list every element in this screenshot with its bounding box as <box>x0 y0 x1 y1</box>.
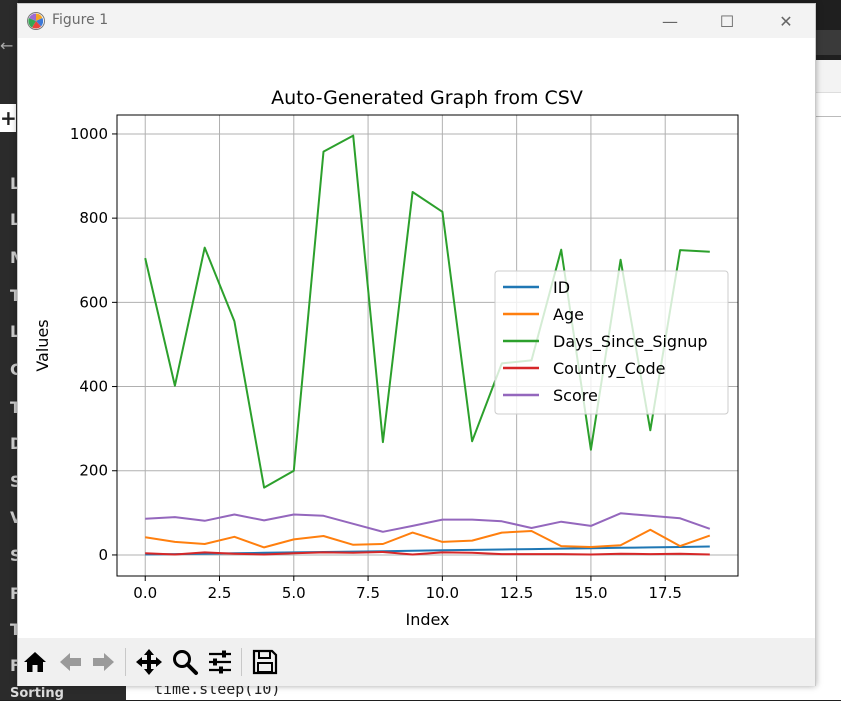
toolbar-separator <box>125 648 126 676</box>
background-toolbar <box>815 30 841 55</box>
background-editor-panel <box>815 60 841 700</box>
pan-icon <box>136 649 162 675</box>
x-tick-label: 17.5 <box>649 584 682 602</box>
background-sidebar: ← + L L M T L C T D S V S F T F <box>0 0 26 700</box>
chart-title: Auto-Generated Graph from CSV <box>271 87 583 109</box>
zoom-icon <box>173 650 198 675</box>
x-tick-label: 7.5 <box>356 584 380 602</box>
background-panel-header <box>815 60 841 93</box>
y-tick-label: 200 <box>79 462 108 480</box>
home-button[interactable] <box>19 646 51 678</box>
back-button[interactable] <box>55 646 87 678</box>
forward-button[interactable] <box>87 646 119 678</box>
close-button[interactable]: ✕ <box>763 4 809 38</box>
legend: ID Age Days_Since_Signup Country_Code Score <box>494 270 729 415</box>
figure-canvas[interactable]: Auto-Generated Graph from CSV 0.0 2.5 5.0 7… <box>18 38 815 638</box>
close-icon: ✕ <box>779 11 793 31</box>
x-tick-label: 12.5 <box>500 584 533 602</box>
legend-label: Country_Code <box>553 359 666 379</box>
configure-subplots-icon <box>209 650 231 674</box>
legend-label: ID <box>553 278 570 297</box>
legend-label: Age <box>553 305 584 324</box>
pan-button[interactable] <box>133 646 165 678</box>
y-tick-label: 1000 <box>70 125 108 143</box>
save-button[interactable] <box>249 646 281 678</box>
background-divider <box>815 116 841 117</box>
x-tick-label: 2.5 <box>208 584 232 602</box>
minimize-icon: — <box>662 11 678 31</box>
minimize-button[interactable]: — <box>647 4 693 38</box>
matplotlib-app-icon <box>27 12 45 30</box>
add-icon: + <box>0 104 17 132</box>
navigation-toolbar <box>18 638 815 686</box>
background-sidebar-label: Sorting <box>0 686 126 701</box>
home-icon <box>24 652 46 672</box>
y-axis-label: Values <box>33 319 52 371</box>
x-tick-label: 15.0 <box>574 584 607 602</box>
y-tick-label: 400 <box>79 378 108 396</box>
y-tick-label: 0 <box>98 546 108 564</box>
title-bar[interactable]: Figure 1 — ☐ ✕ <box>18 4 815 38</box>
figure-window: Figure 1 — ☐ ✕ Auto-Generated Graph from… <box>17 3 816 686</box>
back-icon <box>60 653 81 671</box>
maximize-icon: ☐ <box>719 11 735 31</box>
configure-subplots-button[interactable] <box>204 646 236 678</box>
x-tick-label: 10.0 <box>426 584 459 602</box>
legend-label: Days_Since_Signup <box>553 332 708 352</box>
maximize-button[interactable]: ☐ <box>704 4 750 38</box>
x-tick-label: 0.0 <box>133 584 157 602</box>
series-line-age <box>145 528 711 549</box>
legend-label: Score <box>553 386 598 405</box>
x-axis-label: Index <box>405 610 449 629</box>
save-icon <box>252 649 278 675</box>
y-tick-label: 800 <box>79 209 108 227</box>
y-tick-label: 600 <box>79 293 108 311</box>
back-arrow-icon: ← <box>0 36 14 55</box>
window-title: Figure 1 <box>52 12 109 28</box>
forward-icon <box>93 653 114 671</box>
zoom-button[interactable] <box>169 646 201 678</box>
line-chart: Auto-Generated Graph from CSV 0.0 2.5 5.0 7… <box>33 87 739 629</box>
series-line-score <box>145 512 711 533</box>
x-tick-label: 5.0 <box>282 584 306 602</box>
toolbar-separator <box>241 648 242 676</box>
